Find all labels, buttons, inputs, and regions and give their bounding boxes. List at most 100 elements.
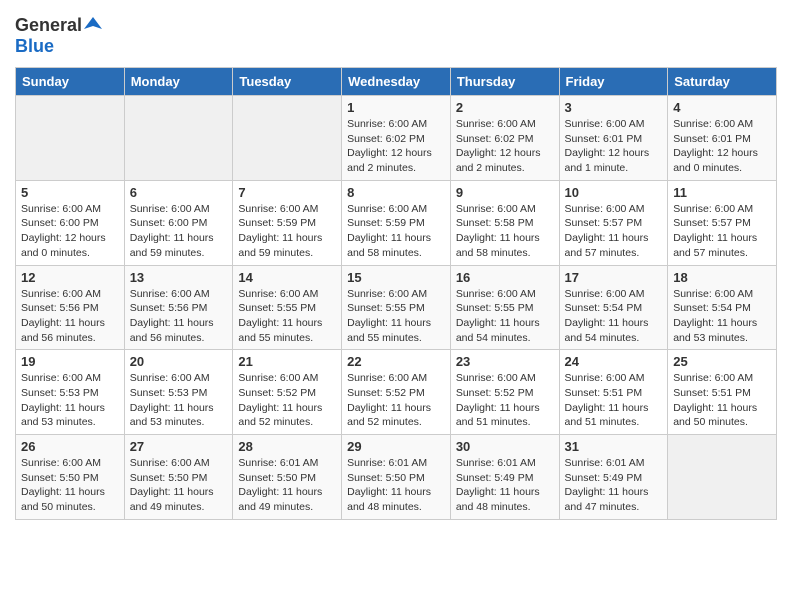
day-number: 26	[21, 439, 119, 454]
week-row-1: 1 Sunrise: 6:00 AM Sunset: 6:02 PM Daylig…	[16, 96, 777, 181]
day-number: 22	[347, 354, 445, 369]
day-number: 31	[565, 439, 663, 454]
calendar-cell: 11Sunrise: 6:00 AM Sunset: 5:57 PM Dayli…	[668, 180, 777, 265]
day-number: 7	[238, 185, 336, 200]
day-info: Sunrise: 6:00 AM Sunset: 5:51 PM Dayligh…	[673, 371, 771, 430]
day-number: 10	[565, 185, 663, 200]
day-info: Sunrise: 6:00 AM Sunset: 6:01 PM Dayligh…	[673, 117, 771, 176]
calendar-cell: 13 Sunrise: 6:00 AM Sunset: 5:56 PM Dayli…	[124, 265, 233, 350]
day-info: Sunrise: 6:00 AM Sunset: 5:53 PM Dayligh…	[130, 371, 228, 430]
day-info: Sunrise: 6:00 AM Sunset: 5:52 PM Dayligh…	[347, 371, 445, 430]
calendar-cell: 20 Sunrise: 6:00 AM Sunset: 5:53 PM Dayli…	[124, 350, 233, 435]
calendar-cell: 26 Sunrise: 6:00 AM Sunset: 5:50 PM Dayli…	[16, 435, 125, 520]
weekday-header-row: SundayMondayTuesdayWednesdayThursdayFrid…	[16, 68, 777, 96]
day-info: Sunrise: 6:01 AM Sunset: 5:49 PM Dayligh…	[456, 456, 554, 515]
calendar-cell: 3 Sunrise: 6:00 AM Sunset: 6:01 PM Daylig…	[559, 96, 668, 181]
day-info: Sunrise: 6:00 AM Sunset: 5:51 PM Dayligh…	[565, 371, 663, 430]
day-number: 28	[238, 439, 336, 454]
calendar-cell: 31Sunrise: 6:01 AM Sunset: 5:49 PM Dayli…	[559, 435, 668, 520]
day-info: Sunrise: 6:00 AM Sunset: 5:55 PM Dayligh…	[456, 287, 554, 346]
day-info: Sunrise: 6:00 AM Sunset: 6:00 PM Dayligh…	[130, 202, 228, 261]
calendar-cell: 1 Sunrise: 6:00 AM Sunset: 6:02 PM Daylig…	[342, 96, 451, 181]
day-info: Sunrise: 6:00 AM Sunset: 6:01 PM Dayligh…	[565, 117, 663, 176]
day-info: Sunrise: 6:00 AM Sunset: 5:50 PM Dayligh…	[21, 456, 119, 515]
day-info: Sunrise: 6:00 AM Sunset: 5:57 PM Dayligh…	[673, 202, 771, 261]
day-number: 16	[456, 270, 554, 285]
day-number: 30	[456, 439, 554, 454]
day-info: Sunrise: 6:00 AM Sunset: 5:52 PM Dayligh…	[456, 371, 554, 430]
calendar-cell: 30 Sunrise: 6:01 AM Sunset: 5:49 PM Dayli…	[450, 435, 559, 520]
calendar-cell: 19 Sunrise: 6:00 AM Sunset: 5:53 PM Dayli…	[16, 350, 125, 435]
day-number: 6	[130, 185, 228, 200]
week-row-3: 12 Sunrise: 6:00 AM Sunset: 5:56 PM Dayli…	[16, 265, 777, 350]
calendar-table: SundayMondayTuesdayWednesdayThursdayFrid…	[15, 67, 777, 520]
logo: General Blue	[15, 15, 102, 57]
calendar-cell: 25 Sunrise: 6:00 AM Sunset: 5:51 PM Dayli…	[668, 350, 777, 435]
logo-blue-text: Blue	[15, 36, 54, 56]
calendar-cell: 22 Sunrise: 6:00 AM Sunset: 5:52 PM Dayli…	[342, 350, 451, 435]
weekday-header-tuesday: Tuesday	[233, 68, 342, 96]
calendar-cell: 4 Sunrise: 6:00 AM Sunset: 6:01 PM Daylig…	[668, 96, 777, 181]
day-number: 13	[130, 270, 228, 285]
calendar-cell: 7 Sunrise: 6:00 AM Sunset: 5:59 PM Daylig…	[233, 180, 342, 265]
day-info: Sunrise: 6:01 AM Sunset: 5:50 PM Dayligh…	[238, 456, 336, 515]
calendar-cell: 5 Sunrise: 6:00 AM Sunset: 6:00 PM Daylig…	[16, 180, 125, 265]
week-row-2: 5 Sunrise: 6:00 AM Sunset: 6:00 PM Daylig…	[16, 180, 777, 265]
day-info: Sunrise: 6:00 AM Sunset: 5:53 PM Dayligh…	[21, 371, 119, 430]
day-info: Sunrise: 6:00 AM Sunset: 5:56 PM Dayligh…	[21, 287, 119, 346]
day-number: 23	[456, 354, 554, 369]
week-row-4: 19 Sunrise: 6:00 AM Sunset: 5:53 PM Dayli…	[16, 350, 777, 435]
day-number: 21	[238, 354, 336, 369]
calendar-cell: 9Sunrise: 6:00 AM Sunset: 5:58 PM Daylig…	[450, 180, 559, 265]
day-number: 3	[565, 100, 663, 115]
logo-bird-icon	[84, 15, 102, 33]
calendar-cell: 12 Sunrise: 6:00 AM Sunset: 5:56 PM Dayli…	[16, 265, 125, 350]
calendar-cell: 24Sunrise: 6:00 AM Sunset: 5:51 PM Dayli…	[559, 350, 668, 435]
day-number: 14	[238, 270, 336, 285]
calendar-cell: 21 Sunrise: 6:00 AM Sunset: 5:52 PM Dayli…	[233, 350, 342, 435]
calendar-cell: 23 Sunrise: 6:00 AM Sunset: 5:52 PM Dayli…	[450, 350, 559, 435]
weekday-header-sunday: Sunday	[16, 68, 125, 96]
day-info: Sunrise: 6:01 AM Sunset: 5:50 PM Dayligh…	[347, 456, 445, 515]
weekday-header-wednesday: Wednesday	[342, 68, 451, 96]
day-number: 17	[565, 270, 663, 285]
day-number: 5	[21, 185, 119, 200]
calendar-cell	[124, 96, 233, 181]
day-info: Sunrise: 6:00 AM Sunset: 6:00 PM Dayligh…	[21, 202, 119, 261]
day-number: 18	[673, 270, 771, 285]
day-info: Sunrise: 6:00 AM Sunset: 5:56 PM Dayligh…	[130, 287, 228, 346]
day-number: 12	[21, 270, 119, 285]
day-info: Sunrise: 6:00 AM Sunset: 5:57 PM Dayligh…	[565, 202, 663, 261]
day-info: Sunrise: 6:00 AM Sunset: 5:50 PM Dayligh…	[130, 456, 228, 515]
day-number: 29	[347, 439, 445, 454]
day-number: 1	[347, 100, 445, 115]
day-number: 20	[130, 354, 228, 369]
weekday-header-thursday: Thursday	[450, 68, 559, 96]
calendar-cell: 6 Sunrise: 6:00 AM Sunset: 6:00 PM Daylig…	[124, 180, 233, 265]
day-number: 15	[347, 270, 445, 285]
week-row-5: 26 Sunrise: 6:00 AM Sunset: 5:50 PM Dayli…	[16, 435, 777, 520]
day-info: Sunrise: 6:00 AM Sunset: 6:02 PM Dayligh…	[456, 117, 554, 176]
weekday-header-monday: Monday	[124, 68, 233, 96]
day-info: Sunrise: 6:00 AM Sunset: 6:02 PM Dayligh…	[347, 117, 445, 176]
logo-general-text: General	[15, 15, 82, 36]
calendar-cell: 15 Sunrise: 6:00 AM Sunset: 5:55 PM Dayli…	[342, 265, 451, 350]
day-info: Sunrise: 6:00 AM Sunset: 5:54 PM Dayligh…	[673, 287, 771, 346]
day-info: Sunrise: 6:00 AM Sunset: 5:55 PM Dayligh…	[238, 287, 336, 346]
calendar-cell: 17 Sunrise: 6:00 AM Sunset: 5:54 PM Dayli…	[559, 265, 668, 350]
day-info: Sunrise: 6:00 AM Sunset: 5:54 PM Dayligh…	[565, 287, 663, 346]
page-header: General Blue	[15, 15, 777, 57]
day-number: 25	[673, 354, 771, 369]
calendar-cell: 18 Sunrise: 6:00 AM Sunset: 5:54 PM Dayli…	[668, 265, 777, 350]
day-info: Sunrise: 6:00 AM Sunset: 5:52 PM Dayligh…	[238, 371, 336, 430]
day-info: Sunrise: 6:00 AM Sunset: 5:59 PM Dayligh…	[238, 202, 336, 261]
day-info: Sunrise: 6:00 AM Sunset: 5:55 PM Dayligh…	[347, 287, 445, 346]
calendar-cell: 8Sunrise: 6:00 AM Sunset: 5:59 PM Daylig…	[342, 180, 451, 265]
day-number: 27	[130, 439, 228, 454]
weekday-header-saturday: Saturday	[668, 68, 777, 96]
calendar-cell: 2Sunrise: 6:00 AM Sunset: 6:02 PM Daylig…	[450, 96, 559, 181]
calendar-cell: 14 Sunrise: 6:00 AM Sunset: 5:55 PM Dayli…	[233, 265, 342, 350]
day-number: 4	[673, 100, 771, 115]
calendar-cell: 16 Sunrise: 6:00 AM Sunset: 5:55 PM Dayli…	[450, 265, 559, 350]
day-number: 19	[21, 354, 119, 369]
